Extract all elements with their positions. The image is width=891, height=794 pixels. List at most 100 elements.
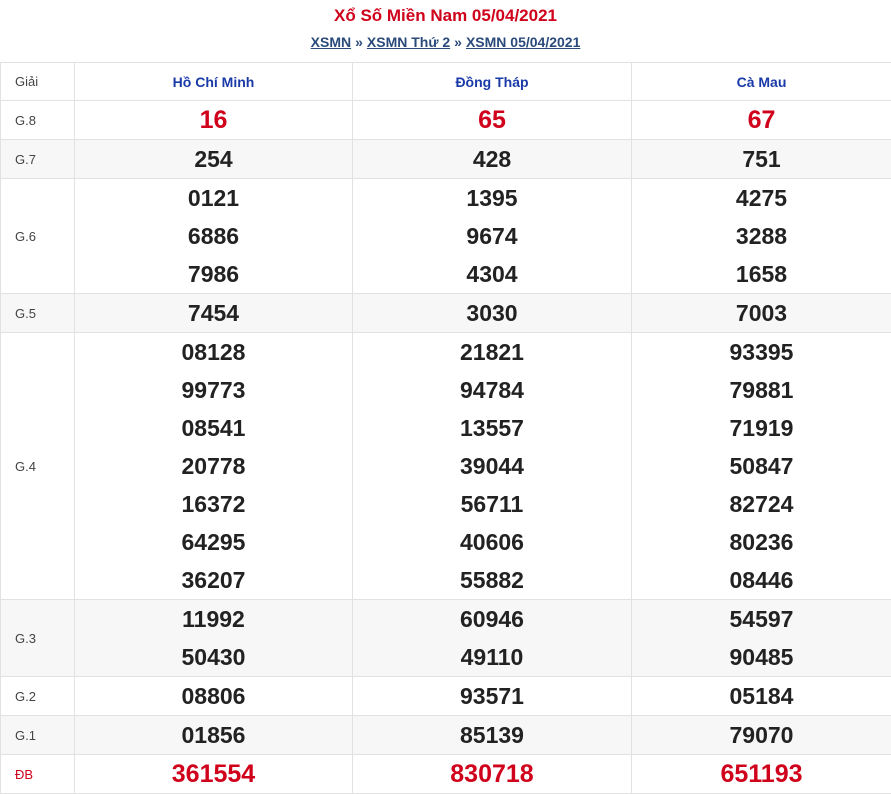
result-cell: 01856 xyxy=(74,715,353,755)
winning-number: 54597 xyxy=(729,606,794,632)
result-cell: 54597 90485 xyxy=(631,599,891,677)
breadcrumb-xsmn-link[interactable]: XSMN xyxy=(311,34,351,50)
results-table: Giải Hồ Chí Minh Đồng Tháp Cà Mau G.8 16 6… xyxy=(0,62,891,794)
result-cell: 11992 50430 xyxy=(74,599,353,677)
winning-number: 94784 xyxy=(460,377,524,403)
result-cell: 254 xyxy=(74,139,353,179)
winning-number: 80236 xyxy=(729,529,794,555)
winning-number: 67 xyxy=(747,106,776,134)
results-body: G.8 16 65 67 G.7 254 428 751 G.6 0121 6886 7986 1395… xyxy=(0,100,891,794)
winning-number: 99773 xyxy=(181,377,246,403)
table-row: G.2 08806 93571 05184 xyxy=(0,676,891,716)
result-cell: 7454 xyxy=(74,293,353,333)
result-cell: 93395 79881 71919 50847 82724 80236 08446 xyxy=(631,332,891,600)
result-cell: 16 xyxy=(74,100,353,140)
prize-label: G.5 xyxy=(0,293,75,333)
winning-number: 64295 xyxy=(181,529,246,555)
result-cell: 08806 xyxy=(74,676,353,716)
winning-number: 6886 xyxy=(187,223,240,249)
winning-number: 3288 xyxy=(735,223,788,249)
winning-number: 79070 xyxy=(729,722,794,748)
winning-number: 3030 xyxy=(466,300,518,326)
prize-label: G.6 xyxy=(0,178,75,294)
table-row: G.1 01856 85139 79070 xyxy=(0,715,891,755)
result-cell: 93571 xyxy=(352,676,632,716)
winning-number: 21821 xyxy=(460,339,524,365)
table-row: G.7 254 428 751 xyxy=(0,139,891,179)
breadcrumb-xsmn-date-link[interactable]: XSMN 05/04/2021 xyxy=(466,34,580,50)
winning-number: 82724 xyxy=(729,491,794,517)
winning-number: 08806 xyxy=(181,683,246,709)
winning-number: 7986 xyxy=(187,261,240,287)
prize-column-header: Giải xyxy=(0,62,75,101)
winning-number: 60946 xyxy=(460,606,524,632)
winning-number: 16372 xyxy=(181,491,246,517)
winning-number: 65 xyxy=(478,106,506,134)
result-cell: 1395 9674 4304 xyxy=(352,178,632,294)
table-row: G.3 11992 50430 60946 49110 54597 90485 xyxy=(0,599,891,677)
result-cell: 3030 xyxy=(352,293,632,333)
winning-number: 11992 xyxy=(182,606,245,632)
winning-number: 651193 xyxy=(720,760,803,788)
result-cell: 79070 xyxy=(631,715,891,755)
winning-number: 16 xyxy=(199,106,228,134)
breadcrumb-separator: » xyxy=(454,34,462,50)
winning-number: 428 xyxy=(472,146,512,172)
table-row: G.8 16 65 67 xyxy=(0,100,891,140)
winning-number: 254 xyxy=(194,146,233,172)
winning-number: 08446 xyxy=(729,567,794,593)
winning-number: 79881 xyxy=(729,377,794,403)
winning-number: 50847 xyxy=(729,453,794,479)
winning-number: 93395 xyxy=(729,339,794,365)
result-cell: 60946 49110 xyxy=(352,599,632,677)
winning-number: 56711 xyxy=(460,491,524,517)
breadcrumb-xsmn-thu2-link[interactable]: XSMN Thứ 2 xyxy=(367,34,450,50)
result-cell: 0121 6886 7986 xyxy=(74,178,353,294)
breadcrumb-separator: » xyxy=(355,34,363,50)
winning-number: 90485 xyxy=(729,644,794,670)
table-header-row: Giải Hồ Chí Minh Đồng Tháp Cà Mau xyxy=(0,62,891,101)
winning-number: 39044 xyxy=(460,453,524,479)
prize-label: G.2 xyxy=(0,676,75,716)
winning-number: 4304 xyxy=(466,261,518,287)
prize-label: ĐB xyxy=(0,754,75,794)
winning-number: 08541 xyxy=(181,415,246,441)
province-header-ho-chi-minh: Hồ Chí Minh xyxy=(74,62,353,101)
winning-number: 1658 xyxy=(735,261,788,287)
prize-label: G.7 xyxy=(0,139,75,179)
winning-number: 9674 xyxy=(466,223,518,249)
result-cell: 67 xyxy=(631,100,891,140)
winning-number: 13557 xyxy=(460,415,524,441)
page-title: Xổ Số Miền Nam 05/04/2021 xyxy=(334,6,557,25)
result-cell: 4275 3288 1658 xyxy=(631,178,891,294)
winning-number: 85139 xyxy=(460,722,524,748)
result-cell: 830718 xyxy=(352,754,632,794)
prize-label: G.8 xyxy=(0,100,75,140)
result-cell: 428 xyxy=(352,139,632,179)
winning-number: 36207 xyxy=(181,567,246,593)
result-cell: 7003 xyxy=(631,293,891,333)
result-cell: 85139 xyxy=(352,715,632,755)
result-cell: 21821 94784 13557 39044 56711 40606 55882 xyxy=(352,332,632,600)
winning-number: 830718 xyxy=(450,760,534,788)
winning-number: 20778 xyxy=(181,453,246,479)
result-cell: 361554 xyxy=(74,754,353,794)
winning-number: 1395 xyxy=(466,185,518,211)
result-cell: 08128 99773 08541 20778 16372 64295 36207 xyxy=(74,332,353,600)
winning-number: 08128 xyxy=(181,339,246,365)
winning-number: 361554 xyxy=(171,760,256,788)
breadcrumb: XSMN» XSMN Thứ 2» XSMN 05/04/2021 xyxy=(0,33,891,51)
winning-number: 50430 xyxy=(181,644,246,670)
result-cell: 65 xyxy=(352,100,632,140)
winning-number: 05184 xyxy=(729,683,794,709)
winning-number: 4275 xyxy=(735,185,788,211)
province-header-dong-thap: Đồng Tháp xyxy=(352,62,632,101)
table-row: G.4 08128 99773 08541 20778 16372 64295 36207 21… xyxy=(0,332,891,600)
winning-number: 7454 xyxy=(187,300,240,326)
result-cell: 751 xyxy=(631,139,891,179)
winning-number: 01856 xyxy=(181,722,246,748)
table-row: G.6 0121 6886 7986 1395 9674 4304 4275 3288 1658 xyxy=(0,178,891,294)
prize-label: G.1 xyxy=(0,715,75,755)
winning-number: 71919 xyxy=(729,415,794,441)
table-row: ĐB 361554 830718 651193 xyxy=(0,754,891,794)
